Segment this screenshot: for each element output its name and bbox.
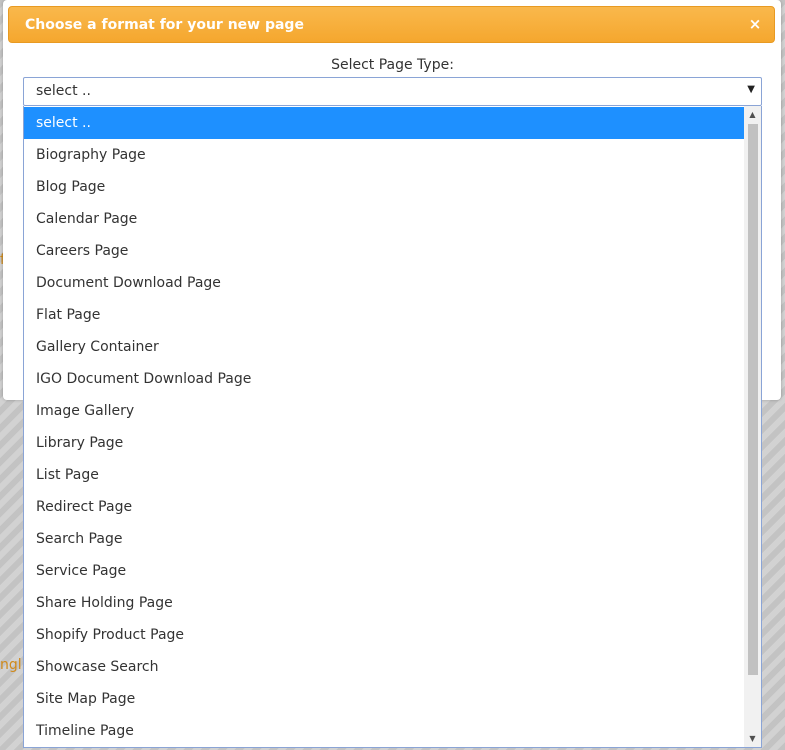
- dropdown-option[interactable]: IGO Document Download Page: [24, 363, 744, 395]
- close-icon[interactable]: ×: [747, 15, 763, 33]
- dropdown-option[interactable]: Gallery Container: [24, 331, 744, 363]
- dropdown-option[interactable]: Shopify Product Page: [24, 619, 744, 651]
- page-type-select[interactable]: select .. ▼: [23, 77, 762, 106]
- page-type-dropdown-list[interactable]: select .. Biography Page Blog Page Calendar…: [23, 106, 762, 748]
- background-link-fragment: nglis: [0, 657, 24, 673]
- dialog-titlebar: Choose a format for your new page ×: [8, 6, 775, 43]
- dropdown-option[interactable]: Flat Page: [24, 299, 744, 331]
- dropdown-option[interactable]: List Page: [24, 459, 744, 491]
- dropdown-scrollbar[interactable]: ▲ ▼: [744, 106, 761, 747]
- page-type-label: Select Page Type:: [331, 57, 454, 73]
- scroll-down-arrow-icon[interactable]: ▼: [744, 730, 761, 747]
- chevron-down-icon: ▼: [747, 84, 755, 95]
- dropdown-option[interactable]: Redirect Page: [24, 491, 744, 523]
- dropdown-option[interactable]: Biography Page: [24, 139, 744, 171]
- dropdown-option[interactable]: Service Page: [24, 555, 744, 587]
- dropdown-option[interactable]: Library Page: [24, 427, 744, 459]
- dropdown-option[interactable]: Search Page: [24, 523, 744, 555]
- scroll-up-arrow-icon[interactable]: ▲: [744, 106, 761, 123]
- select-current-value: select ..: [36, 83, 91, 99]
- dropdown-option[interactable]: Share Holding Page: [24, 587, 744, 619]
- dropdown-option[interactable]: Image Gallery: [24, 395, 744, 427]
- dropdown-option[interactable]: Blog Page: [24, 171, 744, 203]
- dialog-title: Choose a format for your new page: [25, 17, 304, 33]
- dropdown-option[interactable]: Careers Page: [24, 235, 744, 267]
- dropdown-option[interactable]: Calendar Page: [24, 203, 744, 235]
- dropdown-option[interactable]: Site Map Page: [24, 683, 744, 715]
- scrollbar-thumb[interactable]: [748, 124, 758, 675]
- dropdown-option[interactable]: Timeline Page: [24, 715, 744, 747]
- dropdown-option[interactable]: Document Download Page: [24, 267, 744, 299]
- dropdown-options: select .. Biography Page Blog Page Calendar…: [24, 107, 744, 747]
- dropdown-option[interactable]: Showcase Search: [24, 651, 744, 683]
- dropdown-option[interactable]: select ..: [24, 107, 744, 139]
